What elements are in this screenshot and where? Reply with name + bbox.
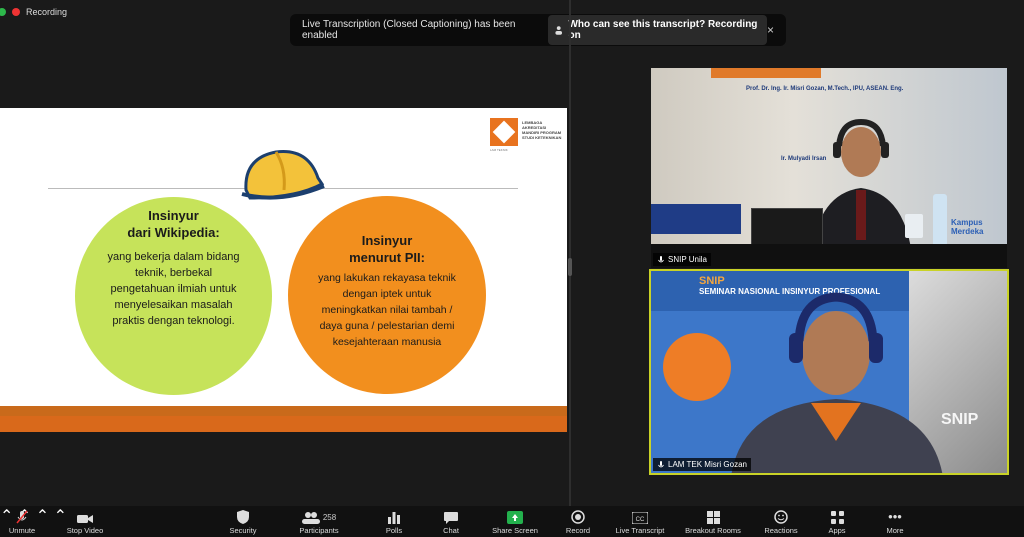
participants-label: Participants [299,526,339,535]
apps-icon [830,511,844,524]
shield-status-icon [0,8,6,16]
water-glass [905,214,923,238]
svg-text:CC: CC [636,517,645,523]
banner-message: Live Transcription (Closed Captioning) h… [302,19,516,41]
apps-label: Apps [828,526,846,535]
circle2-line: yang lakukan rekayasa teknik [318,272,456,284]
mic-icon [658,255,664,262]
backdrop-panel [651,204,741,234]
breakout-rooms-button[interactable]: Breakout Rooms [680,506,746,537]
security-button[interactable]: Security [224,506,262,537]
record-icon [571,510,585,524]
slide-footer-band [0,416,567,432]
more-button[interactable]: ••• More [880,506,910,537]
participants-count: 258 [322,513,337,522]
lam-logo-mark [490,118,518,146]
circle2-line: meningkatkan nilai tambah / [321,304,453,316]
share-screen-label: Share Screen [492,526,538,535]
reactions-button[interactable]: Reactions [760,506,802,537]
participants-button[interactable]: 258 Participants [292,506,346,537]
live-transcription-banner: Live Transcription (Closed Captioning) h… [290,14,786,46]
circle1-line: praktis dengan teknologi. [112,315,235,327]
definition-circle-wikipedia: Insinyur dari Wikipedia: yang bekerja da… [75,197,272,395]
meeting-toolbar: Unmute ⌃ Stop Video ⌃ Security 258 Parti… [0,506,1024,537]
lam-logo-sub: LAM TEKNIK [490,148,508,152]
participant-name: LAM TEK Misri Gozan [668,460,747,469]
recording-dot-icon [12,8,20,16]
reactions-icon [774,510,788,524]
record-button[interactable]: Record [562,506,594,537]
lam-teknik-logo: LEMBAGA AKREDITASI MANDIRI PROGRAM STUDI… [490,118,565,154]
participant-name: SNIP Unila [668,255,707,264]
water-bottle [933,194,947,246]
circle1-line: yang bekerja dalam bidang [107,251,240,263]
breakout-rooms-icon [706,511,720,524]
more-dots-icon: ••• [888,509,902,524]
circle1-line: teknik, berbekal [134,267,213,279]
share-screen-icon [507,511,523,524]
backdrop-speaker-name: Prof. Dr. Ing. Ir. Misri Gozan, M.Tech.,… [746,86,904,92]
muted-mic-icon [16,510,28,524]
hard-hat-icon [241,150,325,200]
chat-button[interactable]: Chat [438,506,464,537]
backdrop-speaker-title: Prof. Dr. Ing. Ir. Misri Gozan, M.Tech.,… [746,86,986,92]
live-transcript-label: Live Transcript [615,526,665,535]
lam-logo-text: LEMBAGA AKREDITASI MANDIRI PROGRAM STUDI… [522,120,562,140]
divider-handle[interactable] [568,258,572,276]
who-can-see-label: Who can see this transcript? Recording o… [568,19,758,41]
polls-icon [388,512,400,524]
slide-footer-band [0,406,567,416]
polls-button[interactable]: Polls [380,506,408,537]
video-camera-icon [77,515,93,523]
shared-screen-slide: LEMBAGA AKREDITASI MANDIRI PROGRAM STUDI… [0,108,567,432]
mic-icon [658,460,664,467]
security-label: Security [229,526,257,535]
circle2-title-1: Insinyur [361,233,413,248]
circle2-line: daya guna / pelestarian demi [319,320,455,332]
breakout-rooms-label: Breakout Rooms [685,526,741,535]
circle2-line: kesejahteraan manusia [332,336,442,348]
record-label: Record [565,526,591,535]
participant-name-tag: LAM TEK Misri Gozan [653,458,751,471]
video-tile-active-speaker[interactable]: SNIP SEMINAR NASIONAL INSINYUR PROFESION… [649,269,1009,475]
circle1-title-2: dari Wikipedia: [127,225,220,240]
stop-video-button[interactable]: Stop Video [62,506,108,537]
closed-caption-icon: CC [632,512,648,524]
stop-video-label: Stop Video [66,526,104,535]
chat-label: Chat [443,526,459,535]
share-screen-button[interactable]: Share Screen [488,506,542,537]
participant-name-tag: SNIP Unila [653,253,711,266]
close-icon[interactable]: × [767,23,774,37]
polls-label: Polls [385,526,403,535]
reactions-label: Reactions [764,526,798,535]
recording-indicator: Recording [0,4,67,20]
backdrop-stripe [711,68,821,78]
who-can-see-button[interactable]: Who can see this transcript? Recording o… [548,15,767,45]
unmute-button[interactable]: Unmute [4,506,40,537]
shield-icon [237,510,249,524]
circle1-line: menyelesaikan masalah [114,299,233,311]
definition-circle-pii: Insinyur menurut PII: yang lakukan rekay… [288,196,486,394]
speaker-video [731,292,943,473]
apps-button[interactable]: Apps [824,506,850,537]
chat-icon [444,512,458,524]
people-icon [555,26,563,35]
recording-label: Recording [26,7,68,17]
split-divider [569,0,571,506]
circle2-line: dengan iptek untuk [342,288,432,300]
unmute-label: Unmute [8,526,36,535]
circle1-title-1: Insinyur [148,208,199,223]
kampus-merdeka-logo: Kampus Merdeka [951,218,984,236]
more-label: More [886,526,904,535]
circle2-title-2: menurut PII: [349,250,425,265]
live-transcript-button[interactable]: CC Live Transcript [612,506,668,537]
video-tile-snip-unila[interactable]: Prof. Dr. Ing. Ir. Misri Gozan, M.Tech.,… [651,68,1007,268]
participants-icon [301,512,320,524]
circle1-line: pengetahuan ilmiah untuk [110,283,237,295]
